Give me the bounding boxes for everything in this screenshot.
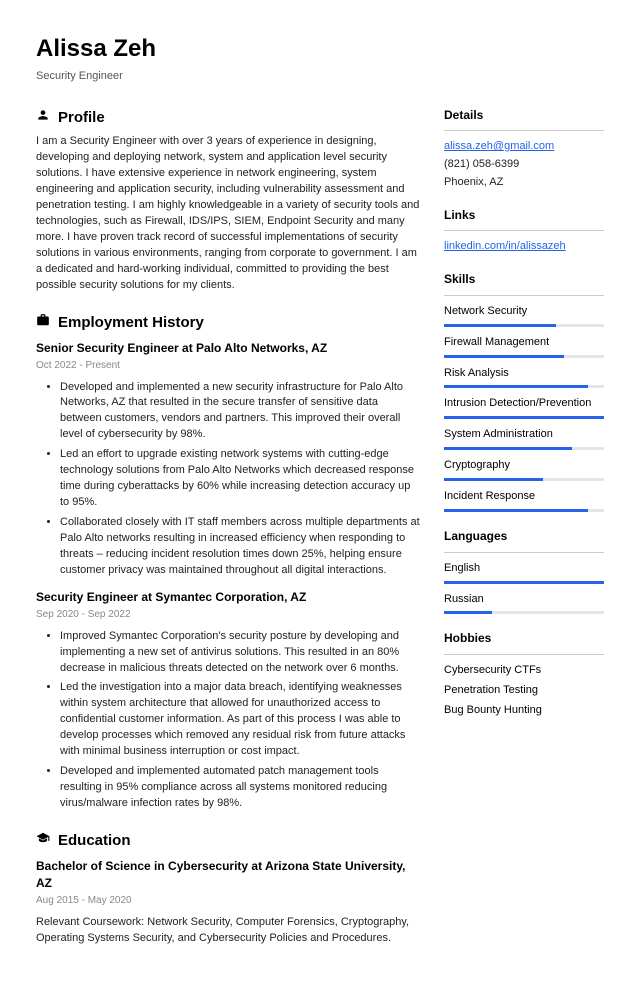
progress-bar: [444, 324, 604, 327]
progress-bar: [444, 509, 604, 512]
progress-bar: [444, 611, 604, 614]
links-section: Links linkedin.com/in/alissazeh: [444, 207, 604, 255]
skill-item-label: Cryptography: [444, 458, 604, 474]
education-entry: Bachelor of Science in Cybersecurity at …: [36, 858, 420, 947]
progress-fill: [444, 581, 604, 584]
details-section: Details alissa.zeh@gmail.com (821) 058-6…: [444, 107, 604, 191]
job-bullet: Collaborated closely with IT staff membe…: [60, 515, 420, 579]
profile-section: Profile I am a Security Engineer with ov…: [36, 107, 420, 294]
person-icon: [36, 108, 50, 128]
job-entry: Senior Security Engineer at Palo Alto Ne…: [36, 340, 420, 579]
employment-section: Employment History Senior Security Engin…: [36, 312, 420, 812]
briefcase-icon: [36, 313, 50, 333]
education-section: Education Bachelor of Science in Cyberse…: [36, 830, 420, 947]
skill-item-label: Intrusion Detection/Prevention: [444, 396, 604, 412]
job-dates: Oct 2022 - Present: [36, 359, 420, 374]
location-text: Phoenix, AZ: [444, 175, 604, 191]
job-bullet: Developed and implemented a new security…: [60, 380, 420, 444]
divider: [444, 230, 604, 231]
skill-item: Incident Response: [444, 489, 604, 512]
profile-text: I am a Security Engineer with over 3 yea…: [36, 134, 420, 293]
progress-bar: [444, 416, 604, 419]
education-dates: Aug 2015 - May 2020: [36, 894, 420, 909]
job-bullets: Improved Symantec Corporation's security…: [36, 629, 420, 812]
job-entry: Security Engineer at Symantec Corporatio…: [36, 589, 420, 812]
linkedin-link[interactable]: linkedin.com/in/alissazeh: [444, 240, 566, 252]
job-title: Security Engineer at Symantec Corporatio…: [36, 589, 420, 606]
sidebar: Details alissa.zeh@gmail.com (821) 058-6…: [444, 107, 604, 965]
hobby-item: Penetration Testing: [444, 683, 604, 699]
progress-fill: [444, 355, 564, 358]
divider: [444, 130, 604, 131]
job-bullet: Improved Symantec Corporation's security…: [60, 629, 420, 677]
person-name: Alissa Zeh: [36, 32, 604, 67]
hobbies-title: Hobbies: [444, 630, 604, 647]
progress-fill: [444, 416, 604, 419]
education-desc: Relevant Coursework: Network Security, C…: [36, 915, 420, 947]
job-title: Senior Security Engineer at Palo Alto Ne…: [36, 340, 420, 357]
language-item: English: [444, 561, 604, 584]
job-bullet: Led an effort to upgrade existing networ…: [60, 447, 420, 511]
email-link[interactable]: alissa.zeh@gmail.com: [444, 140, 554, 152]
skill-item-label: Risk Analysis: [444, 366, 604, 382]
languages-section: Languages English Russian: [444, 528, 604, 614]
progress-fill: [444, 509, 588, 512]
hobby-item: Bug Bounty Hunting: [444, 703, 604, 719]
skills-section: Skills Network Security Firewall Manageme…: [444, 271, 604, 512]
divider: [444, 654, 604, 655]
links-title: Links: [444, 207, 604, 224]
skill-item: Intrusion Detection/Prevention: [444, 396, 604, 419]
progress-fill: [444, 611, 492, 614]
languages-title: Languages: [444, 528, 604, 545]
divider: [444, 295, 604, 296]
progress-fill: [444, 447, 572, 450]
education-degree: Bachelor of Science in Cybersecurity at …: [36, 858, 420, 893]
hobbies-section: Hobbies Cybersecurity CTFs Penetration Te…: [444, 630, 604, 718]
skill-item: System Administration: [444, 427, 604, 450]
job-bullet: Led the investigation into a major data …: [60, 680, 420, 760]
progress-bar: [444, 355, 604, 358]
skill-item: Firewall Management: [444, 335, 604, 358]
divider: [444, 552, 604, 553]
progress-fill: [444, 385, 588, 388]
progress-bar: [444, 478, 604, 481]
graduation-cap-icon: [36, 831, 50, 851]
details-title: Details: [444, 107, 604, 124]
main-column: Profile I am a Security Engineer with ov…: [36, 107, 420, 965]
education-title: Education: [58, 830, 131, 852]
job-bullets: Developed and implemented a new security…: [36, 380, 420, 579]
skill-item-label: Firewall Management: [444, 335, 604, 351]
language-item-label: English: [444, 561, 604, 577]
skill-item-label: System Administration: [444, 427, 604, 443]
header: Alissa Zeh Security Engineer: [36, 32, 604, 85]
job-dates: Sep 2020 - Sep 2022: [36, 608, 420, 623]
progress-bar: [444, 581, 604, 584]
skill-item-label: Incident Response: [444, 489, 604, 505]
language-item: Russian: [444, 592, 604, 615]
progress-fill: [444, 478, 543, 481]
language-item-label: Russian: [444, 592, 604, 608]
progress-bar: [444, 385, 604, 388]
profile-title: Profile: [58, 107, 105, 129]
hobby-item: Cybersecurity CTFs: [444, 663, 604, 679]
skill-item-label: Network Security: [444, 304, 604, 320]
employment-title: Employment History: [58, 312, 204, 334]
skill-item: Network Security: [444, 304, 604, 327]
skills-title: Skills: [444, 271, 604, 288]
skill-item: Risk Analysis: [444, 366, 604, 389]
phone-text: (821) 058-6399: [444, 157, 604, 173]
progress-bar: [444, 447, 604, 450]
person-title: Security Engineer: [36, 69, 604, 85]
progress-fill: [444, 324, 556, 327]
skill-item: Cryptography: [444, 458, 604, 481]
job-bullet: Developed and implemented automated patc…: [60, 764, 420, 812]
